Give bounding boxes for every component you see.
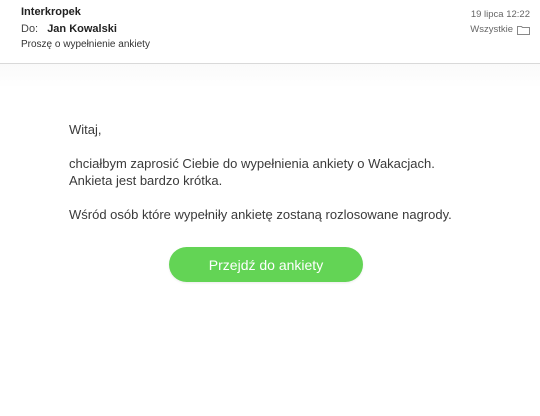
recipient-line: Do: Jan Kowalski (21, 23, 117, 35)
email-date: 19 lipca 12:22 (470, 9, 530, 20)
email-body: Witaj, chciałbym zaprosić Ciebie do wype… (0, 64, 540, 416)
to-label: Do: (21, 23, 39, 35)
message-text: Witaj, chciałbym zaprosić Ciebie do wype… (69, 121, 509, 223)
email-subject: Proszę o wypełnienie ankiety (21, 39, 150, 50)
recipient-name: Jan Kowalski (47, 23, 117, 35)
greeting: Witaj, (69, 122, 102, 137)
survey-length-line: Ankieta jest bardzo krótka. (69, 173, 223, 188)
sender-name: Interkropek (21, 6, 81, 18)
email-header: Interkropek Do: Jan Kowalski Proszę o wy… (0, 0, 540, 64)
invitation-line: chciałbym zaprosić Ciebie do wypełnienia… (69, 156, 435, 171)
folder-selector[interactable]: Wszystkie (470, 24, 530, 35)
folder-icon (517, 25, 530, 35)
go-to-survey-button[interactable]: Przejdź do ankiety (169, 247, 363, 282)
prize-line: Wśród osób które wypełniły ankietę zosta… (69, 207, 452, 222)
folder-label: Wszystkie (470, 24, 513, 35)
